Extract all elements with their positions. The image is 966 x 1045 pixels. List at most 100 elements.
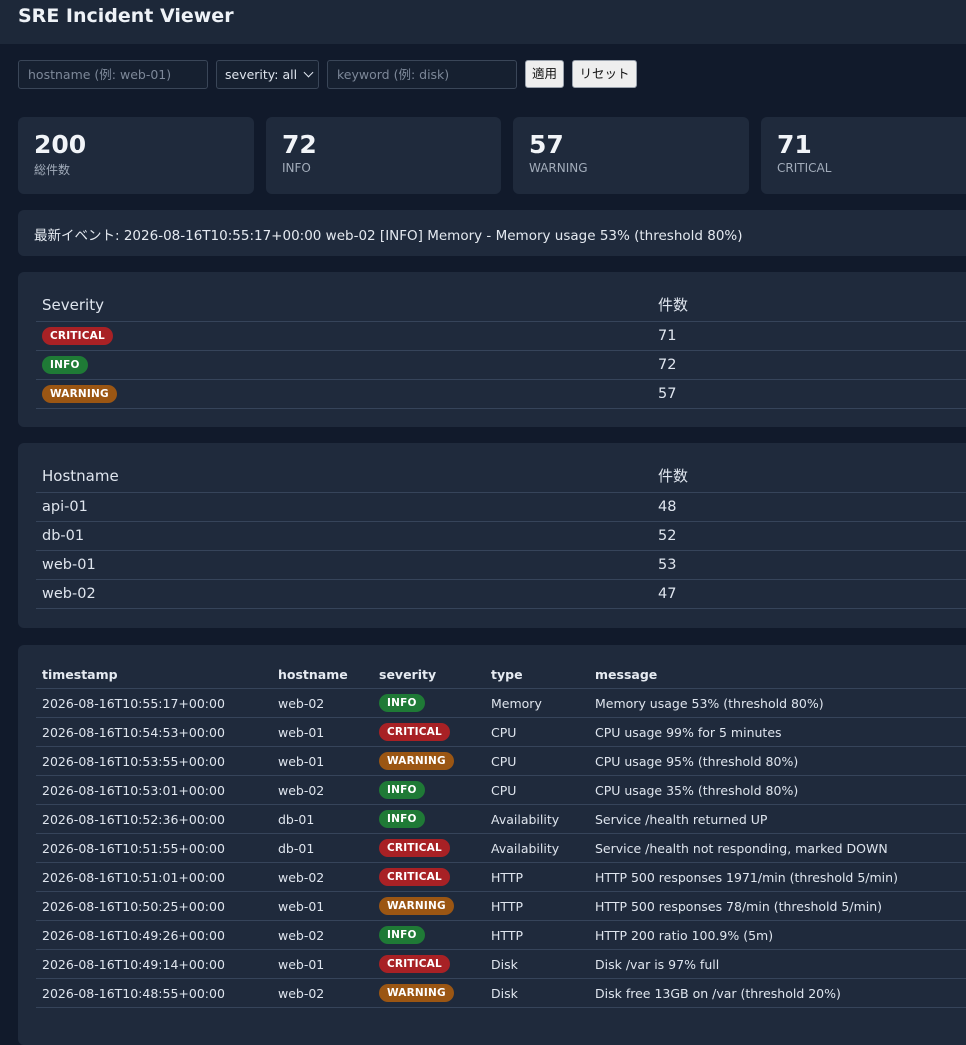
type-cell: Disk [485,949,589,979]
severity-badge-warning: WARNING [42,385,117,403]
timestamp-cell: 2026-08-16T10:52:36+00:00 [36,804,272,834]
severity-badge-warning: WARNING [379,984,454,1002]
message-cell: HTTP 500 responses 1971/min (threshold 5… [589,862,966,892]
type-cell: CPU [485,775,589,805]
hostname-cell: web-01 [272,717,373,747]
severity-cell: CRITICAL [373,717,485,747]
severity-badge-info: INFO [379,926,425,944]
hostname-cell: web-02 [272,862,373,892]
hostname-cell: web-01 [272,949,373,979]
type-cell: CPU [485,746,589,776]
keyword-filter-input[interactable] [327,60,517,89]
severity-summary-table: Severity 件数 CRITICAL 71 INFO 72 WARNING … [36,290,966,409]
timestamp-cell: 2026-08-16T10:49:14+00:00 [36,949,272,979]
count-cell: 71 [652,321,966,351]
table-row: 2026-08-16T10:49:26+00:00 web-02 INFO HTTP H… [36,920,966,950]
count-cell: 57 [652,379,966,409]
chevron-down-icon [303,67,314,78]
column-header-hostname: hostname [272,661,373,689]
table-row: 2026-08-16T10:49:14+00:00 web-01 CRITICAL D… [36,949,966,979]
severity-badge-info: INFO [379,810,425,828]
hostname-cell: api-01 [36,492,652,522]
stat-card-critical: 71 CRITICAL [761,117,966,194]
stat-value: 57 [529,130,564,159]
hostname-cell: web-01 [36,550,652,580]
severity-cell: INFO [373,804,485,834]
type-cell: Memory [485,688,589,718]
stat-label: INFO [282,161,311,175]
hostname-cell: web-01 [272,891,373,921]
table-row: 2026-08-16T10:50:25+00:00 web-01 WARNING HT… [36,891,966,921]
timestamp-cell: 2026-08-16T10:49:26+00:00 [36,920,272,950]
column-header-count: 件数 [652,290,966,322]
table-row: web-01 53 [36,550,966,580]
events-table: timestamp hostname severity type message… [36,661,966,1008]
reset-button[interactable]: リセット [572,60,637,88]
app-header: SRE Incident Viewer [0,0,966,44]
column-header-hostname: Hostname [36,461,652,493]
hostname-cell: web-02 [36,579,652,609]
table-row: db-01 52 [36,521,966,551]
hostname-cell: web-01 [272,746,373,776]
severity-badge-critical: CRITICAL [42,327,113,345]
severity-cell: INFO [373,920,485,950]
hostname-filter-input[interactable] [18,60,208,89]
type-cell: HTTP [485,920,589,950]
timestamp-cell: 2026-08-16T10:48:55+00:00 [36,978,272,1008]
hostname-cell: web-02 [272,775,373,805]
count-cell: 53 [652,550,966,580]
severity-cell: CRITICAL [373,833,485,863]
message-cell: Service /health not responding, marked D… [589,833,966,863]
message-cell: HTTP 500 responses 78/min (threshold 5/m… [589,891,966,921]
severity-badge-warning: WARNING [379,752,454,770]
hostname-summary-panel: Hostname 件数 api-01 48 db-01 52 web-01 53… [18,443,966,628]
count-cell: 48 [652,492,966,522]
stat-label: 総件数 [34,163,71,177]
stat-label: WARNING [529,161,588,175]
type-cell: CPU [485,717,589,747]
message-cell: CPU usage 95% (threshold 80%) [589,746,966,776]
hostname-summary-table: Hostname 件数 api-01 48 db-01 52 web-01 53… [36,461,966,609]
table-row: 2026-08-16T10:51:55+00:00 db-01 CRITICAL Av… [36,833,966,863]
timestamp-cell: 2026-08-16T10:53:55+00:00 [36,746,272,776]
table-row: WARNING 57 [36,379,966,409]
latest-event-banner: 最新イベント: 2026-08-16T10:55:17+00:00 web-02… [18,210,966,256]
table-row: INFO 72 [36,350,966,380]
type-cell: Disk [485,978,589,1008]
column-header-severity: Severity [36,290,652,322]
timestamp-cell: 2026-08-16T10:50:25+00:00 [36,891,272,921]
stat-label: CRITICAL [777,161,832,175]
severity-summary-panel: Severity 件数 CRITICAL 71 INFO 72 WARNING … [18,272,966,427]
events-panel: timestamp hostname severity type message… [18,645,966,1045]
stat-value: 71 [777,130,812,159]
count-cell: 47 [652,579,966,609]
severity-badge-critical: CRITICAL [379,839,450,857]
type-cell: HTTP [485,862,589,892]
severity-cell: WARNING [373,746,485,776]
severity-cell: INFO [373,775,485,805]
message-cell: HTTP 200 ratio 100.9% (5m) [589,920,966,950]
table-row: CRITICAL 71 [36,321,966,351]
table-row: api-01 48 [36,492,966,522]
apply-button[interactable]: 適用 [525,60,564,88]
table-row: 2026-08-16T10:51:01+00:00 web-02 CRITICAL H… [36,862,966,892]
timestamp-cell: 2026-08-16T10:54:53+00:00 [36,717,272,747]
timestamp-cell: 2026-08-16T10:51:55+00:00 [36,833,272,863]
hostname-cell: db-01 [36,521,652,551]
severity-cell: WARNING [373,891,485,921]
severity-badge-critical: CRITICAL [379,723,450,741]
severity-cell: CRITICAL [373,862,485,892]
severity-select[interactable]: severity: all [216,60,319,89]
message-cell: CPU usage 35% (threshold 80%) [589,775,966,805]
table-row: 2026-08-16T10:55:17+00:00 web-02 INFO Memor… [36,688,966,718]
column-header-timestamp: timestamp [36,661,272,689]
message-cell: Service /health returned UP [589,804,966,834]
table-row: 2026-08-16T10:48:55+00:00 web-02 WARNING Di… [36,978,966,1008]
stat-card-warning: 57 WARNING [513,117,749,194]
type-cell: HTTP [485,891,589,921]
hostname-cell: db-01 [272,804,373,834]
severity-cell: WARNING [373,978,485,1008]
severity-badge-warning: WARNING [379,897,454,915]
timestamp-cell: 2026-08-16T10:51:01+00:00 [36,862,272,892]
type-cell: Availability [485,804,589,834]
